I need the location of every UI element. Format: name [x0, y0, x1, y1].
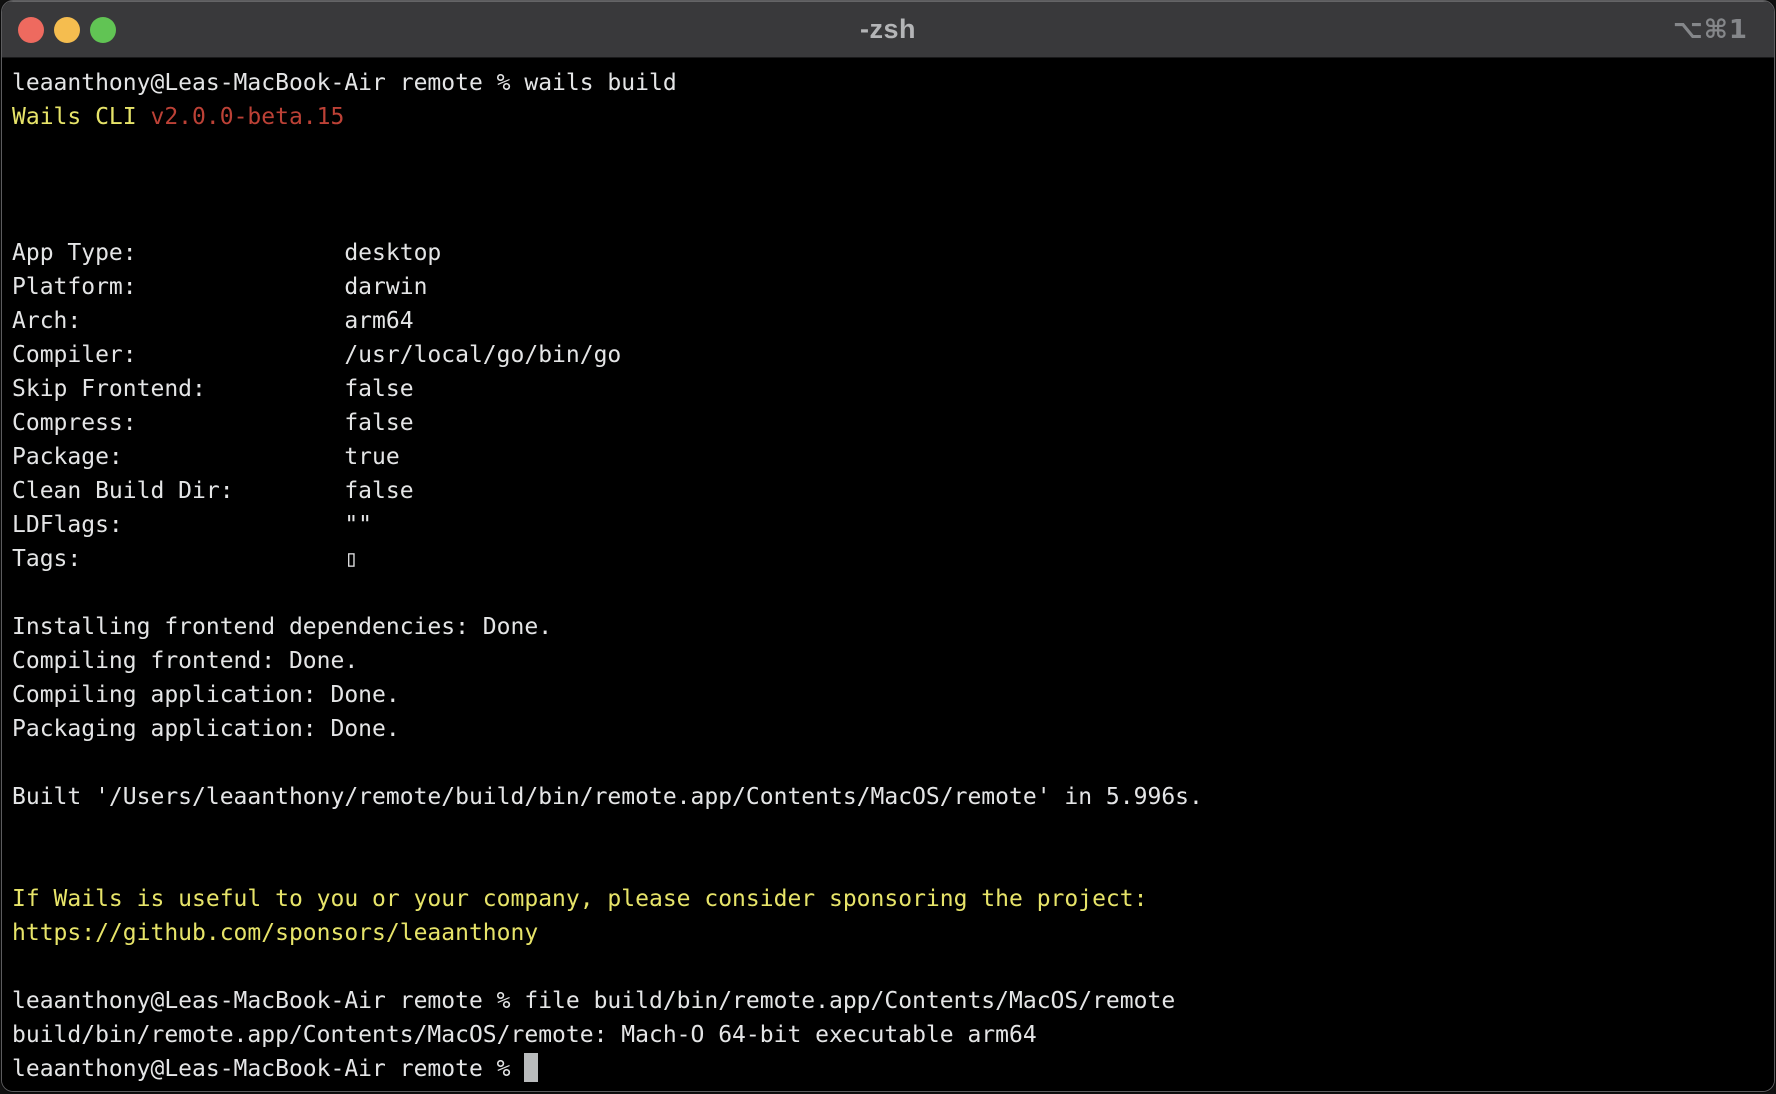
terminal-text-segment: Packaging application: Done.: [12, 716, 400, 742]
terminal-text-segment: Installing frontend dependencies: Done.: [12, 614, 552, 640]
terminal-text-segment: leaanthony@Leas-MacBook-Air remote % wai…: [12, 70, 677, 96]
terminal-text-segment: build/bin/remote.app/Contents/MacOS/remo…: [12, 1022, 1037, 1048]
terminal-text-segment: Compiling application: Done.: [12, 682, 400, 708]
close-button[interactable]: [18, 17, 44, 43]
terminal-line: Compiler: /usr/local/go/bin/go: [12, 338, 1764, 372]
terminal-line: Packaging application: Done.: [12, 712, 1764, 746]
terminal-text-segment: Package: true: [12, 444, 400, 470]
terminal-text-segment: Clean Build Dir: false: [12, 478, 414, 504]
terminal-line: Tags: ▯: [12, 542, 1764, 576]
terminal-window: -zsh ⌥⌘1 leaanthony@Leas-MacBook-Air rem…: [1, 0, 1775, 1092]
terminal-line: leaanthony@Leas-MacBook-Air remote % wai…: [12, 66, 1764, 100]
window-controls: [18, 1, 116, 58]
terminal-text-segment: leaanthony@Leas-MacBook-Air remote % fil…: [12, 988, 1175, 1014]
terminal-text-segment: Platform: darwin: [12, 274, 427, 300]
window-title: -zsh: [860, 14, 916, 45]
terminal-line: build/bin/remote.app/Contents/MacOS/remo…: [12, 1018, 1764, 1052]
minimize-button[interactable]: [54, 17, 80, 43]
window-titlebar[interactable]: -zsh ⌥⌘1: [2, 1, 1774, 58]
zoom-button[interactable]: [90, 17, 116, 43]
terminal-line: Compiling application: Done.: [12, 678, 1764, 712]
terminal-line: Installing frontend dependencies: Done.: [12, 610, 1764, 644]
terminal-line: [12, 576, 1764, 610]
terminal-text-segment: https://github.com/sponsors/leaanthony: [12, 920, 538, 946]
terminal-output[interactable]: leaanthony@Leas-MacBook-Air remote % wai…: [2, 58, 1774, 1092]
terminal-cursor: [524, 1053, 538, 1082]
terminal-line: leaanthony@Leas-MacBook-Air remote %: [12, 1052, 1764, 1086]
terminal-line: Skip Frontend: false: [12, 372, 1764, 406]
terminal-text-segment: App Type: desktop: [12, 240, 441, 266]
terminal-text-segment: leaanthony@Leas-MacBook-Air remote %: [12, 1056, 524, 1082]
terminal-text-segment: Built '/Users/leaanthony/remote/build/bi…: [12, 784, 1203, 810]
terminal-text-segment: Compress: false: [12, 410, 414, 436]
terminal-line: App Type: desktop: [12, 236, 1764, 270]
terminal-text-segment: LDFlags: "": [12, 512, 372, 538]
terminal-line: Platform: darwin: [12, 270, 1764, 304]
terminal-line: Clean Build Dir: false: [12, 474, 1764, 508]
terminal-text-segment: v2.0.0-beta.15: [150, 104, 344, 130]
terminal-text-segment: Tags: ▯: [12, 546, 358, 572]
terminal-line: Compress: false: [12, 406, 1764, 440]
terminal-line: [12, 848, 1764, 882]
terminal-line: LDFlags: "": [12, 508, 1764, 542]
terminal-line: [12, 950, 1764, 984]
terminal-text-segment: Skip Frontend: false: [12, 376, 414, 402]
terminal-line: Wails CLI v2.0.0-beta.15: [12, 100, 1764, 134]
terminal-text-segment: Compiling frontend: Done.: [12, 648, 358, 674]
terminal-line: Built '/Users/leaanthony/remote/build/bi…: [12, 780, 1764, 814]
terminal-line: Package: true: [12, 440, 1764, 474]
terminal-text-segment: If Wails is useful to you or your compan…: [12, 886, 1147, 912]
terminal-text-segment: Compiler: /usr/local/go/bin/go: [12, 342, 621, 368]
terminal-line: [12, 134, 1764, 168]
terminal-text-segment: Arch: arm64: [12, 308, 414, 334]
terminal-line: https://github.com/sponsors/leaanthony: [12, 916, 1764, 950]
terminal-line: If Wails is useful to you or your compan…: [12, 882, 1764, 916]
terminal-line: Arch: arm64: [12, 304, 1764, 338]
terminal-line: [12, 202, 1764, 236]
terminal-line: [12, 168, 1764, 202]
tab-shortcut-badge: ⌥⌘1: [1673, 1, 1748, 58]
terminal-text-segment: Wails CLI: [12, 104, 150, 130]
terminal-line: leaanthony@Leas-MacBook-Air remote % fil…: [12, 984, 1764, 1018]
terminal-line: [12, 814, 1764, 848]
terminal-line: Compiling frontend: Done.: [12, 644, 1764, 678]
terminal-line: [12, 746, 1764, 780]
